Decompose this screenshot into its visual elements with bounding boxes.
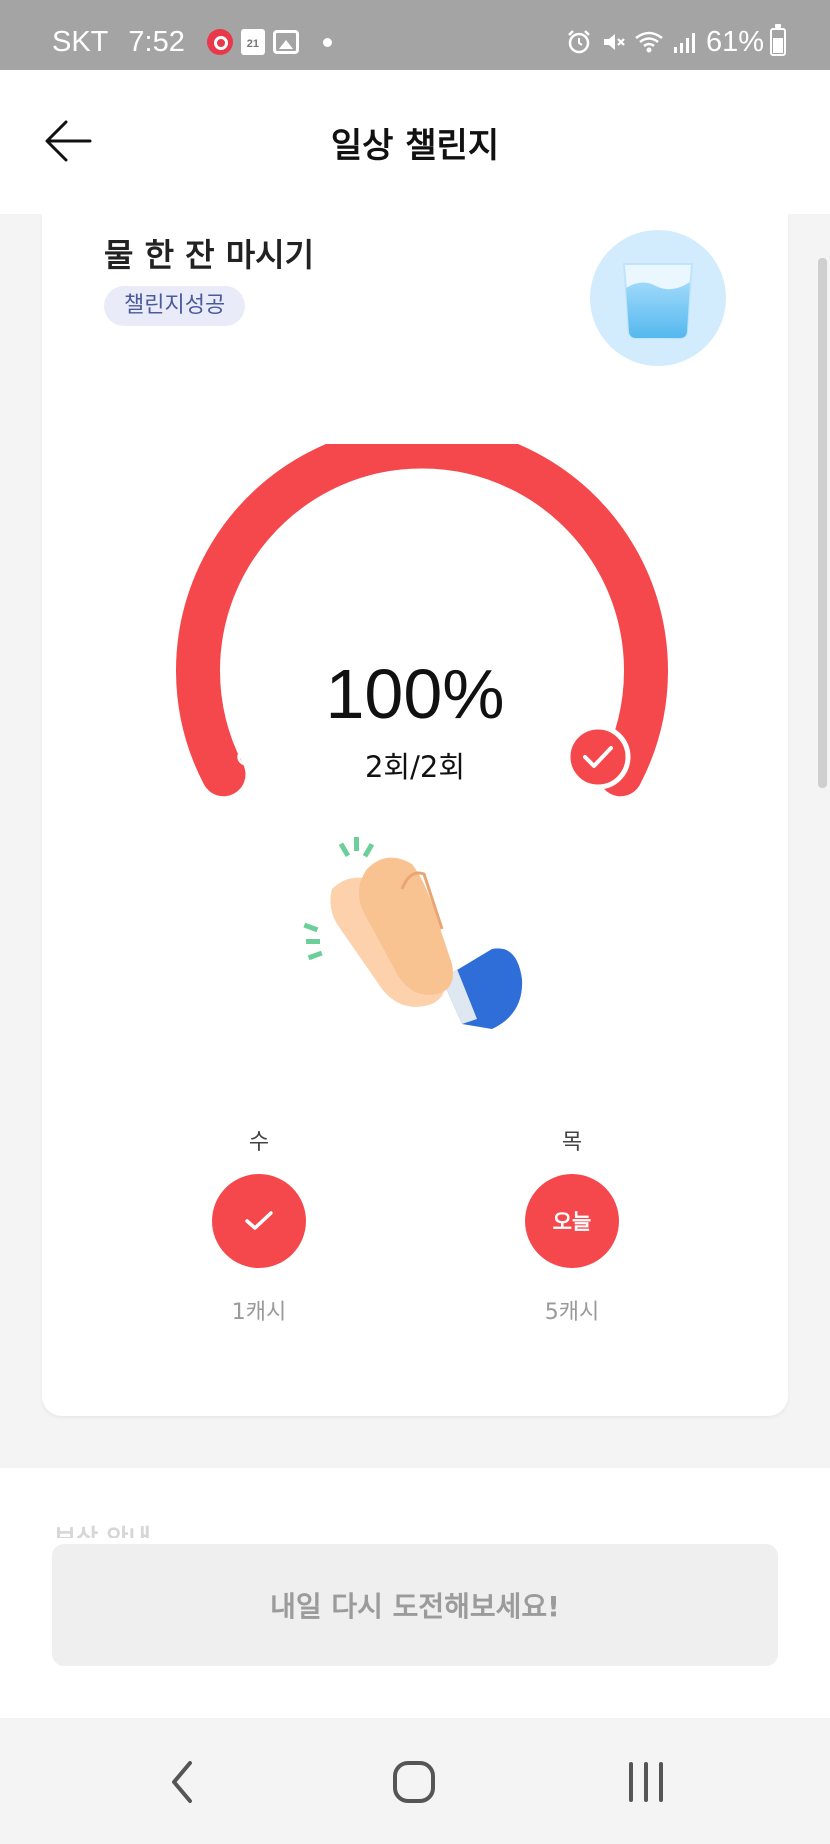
gallery-icon — [272, 30, 299, 54]
gauge-marker-mid — [413, 546, 431, 564]
retry-tomorrow-button[interactable]: 내일 다시 도전해보세요! — [52, 1544, 778, 1666]
day-label: 목 — [561, 1130, 583, 1155]
day-reward: 1캐시 — [231, 1300, 287, 1325]
day-status-today[interactable]: 오늘 — [525, 1174, 619, 1268]
clapping-hands-icon — [303, 837, 523, 1029]
chevron-left-icon — [172, 1761, 192, 1803]
mute-icon — [603, 34, 625, 50]
carrier-label: SKT — [52, 25, 109, 58]
wifi-icon — [635, 31, 663, 53]
system-nav-bar — [0, 1718, 830, 1844]
more-notifications-dot-icon — [322, 37, 332, 47]
notification-app-icon — [206, 29, 233, 55]
nav-home-button[interactable] — [374, 1752, 454, 1812]
battery-icon — [770, 24, 786, 56]
status-right: 61% — [566, 22, 786, 62]
check-icon — [245, 1211, 273, 1230]
signal-icon — [673, 33, 695, 53]
scrollbar[interactable] — [818, 258, 827, 788]
progress-count: 2회/2회 — [364, 750, 466, 784]
challenge-card: 물 한 잔 마시기 챌린지성공 100% 2회/2회 수 1캐시 목 오늘 5캐… — [42, 214, 788, 1416]
day-reward: 5캐시 — [544, 1300, 600, 1325]
day-label: 수 — [248, 1130, 270, 1155]
day-item-wed: 수 1캐시 — [209, 1124, 309, 1326]
calendar-icon: 21 — [240, 29, 265, 55]
home-icon — [393, 1761, 435, 1803]
nav-back-button[interactable] — [142, 1752, 222, 1812]
nav-recents-button[interactable] — [606, 1752, 686, 1812]
status-bar: SKT 7:52 21 61% — [0, 0, 830, 70]
app-header: 일상 챌린지 — [0, 70, 830, 214]
recents-icon — [629, 1762, 663, 1802]
clock-time: 7:52 — [128, 25, 185, 58]
battery-percent: 61% — [705, 25, 764, 58]
status-left: SKT 7:52 21 — [52, 22, 332, 62]
page-title: 일상 챌린지 — [330, 126, 500, 166]
water-glass-icon — [590, 230, 726, 366]
day-status-done[interactable] — [212, 1174, 306, 1268]
reward-heading: 보상 안내 — [54, 1524, 151, 1538]
status-badge: 챌린지성공 — [104, 286, 246, 326]
progress-percent: 100% — [325, 655, 505, 733]
alarm-icon — [568, 30, 590, 54]
challenge-title: 물 한 잔 마시기 — [104, 236, 315, 274]
day-item-thu: 목 오늘 5캐시 — [522, 1124, 622, 1326]
